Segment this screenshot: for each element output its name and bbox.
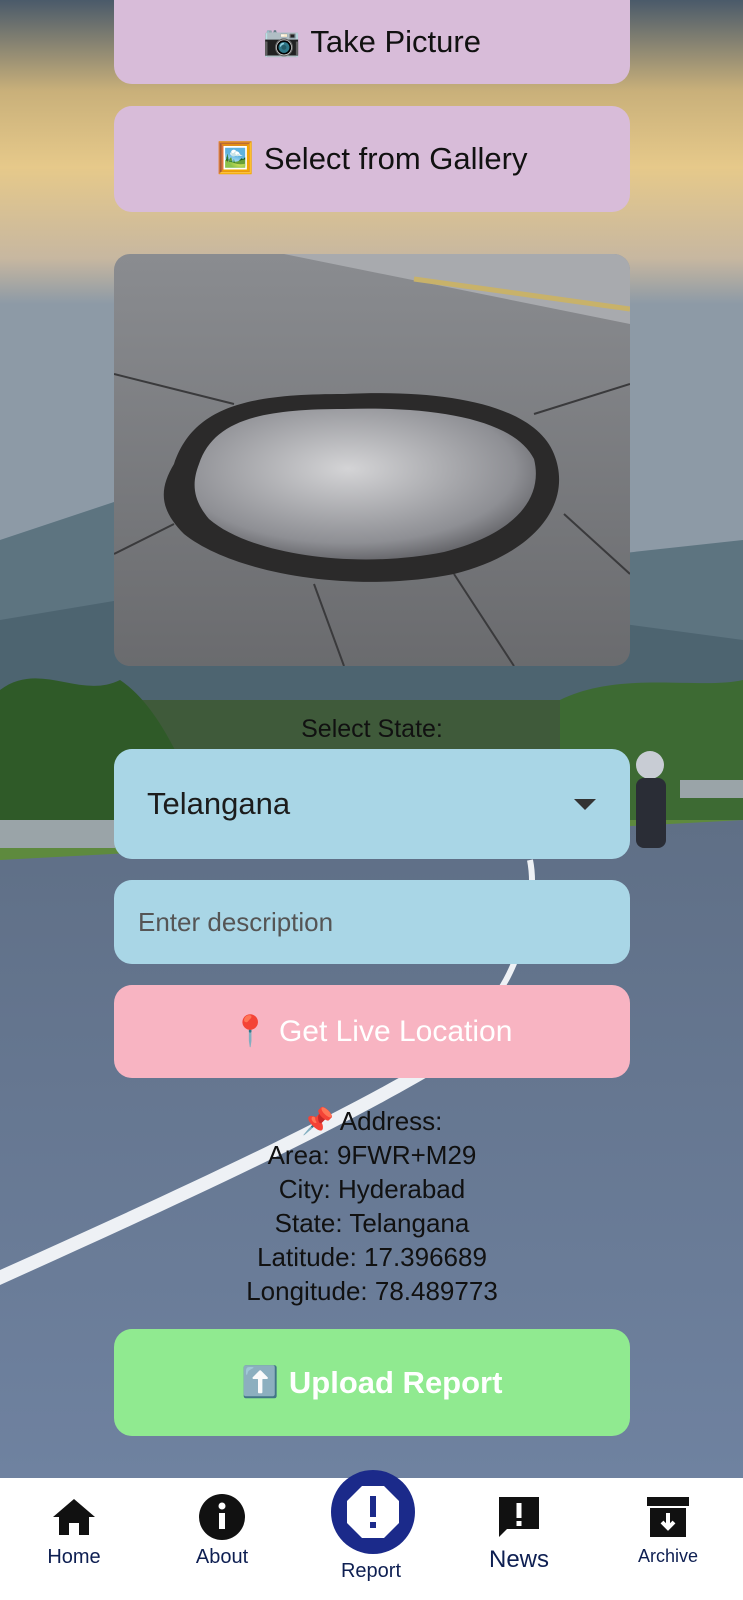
- report-alert-icon: [347, 1486, 399, 1538]
- address-state: State: Telangana: [274, 1208, 470, 1238]
- take-picture-label: Take Picture: [310, 24, 481, 59]
- state-dropdown-value: Telangana: [147, 786, 291, 821]
- info-icon: [198, 1492, 246, 1542]
- address-block: 📌 Address: Area: 9FWR+M29 City: Hyderaba…: [114, 1104, 630, 1308]
- round-pushpin-icon: 📍: [231, 1014, 269, 1048]
- state-dropdown[interactable]: Telangana: [114, 749, 630, 859]
- get-live-location-button[interactable]: 📍 Get Live Location: [114, 985, 630, 1078]
- nav-label-home: Home: [47, 1546, 101, 1568]
- camera-icon: 📷: [263, 25, 301, 58]
- select-from-gallery-label: Select from Gallery: [263, 141, 528, 176]
- description-input[interactable]: [114, 880, 630, 964]
- nav-label-news: News: [488, 1546, 549, 1573]
- nav-item-news[interactable]: News: [445, 1478, 593, 1600]
- nav-label-about: About: [195, 1546, 249, 1568]
- nav-item-about[interactable]: About: [148, 1478, 296, 1600]
- pothole-photo: [114, 254, 630, 666]
- nav-item-archive[interactable]: Archive: [594, 1478, 742, 1600]
- address-latitude: Latitude: 17.396689: [257, 1242, 487, 1272]
- framed-picture-icon: 🖼️: [216, 142, 254, 175]
- nav-item-home[interactable]: Home: [0, 1478, 148, 1600]
- select-state-label: Select State:: [301, 715, 443, 743]
- address-longitude: Longitude: 78.489773: [246, 1276, 498, 1306]
- archive-icon: [646, 1492, 690, 1542]
- up-arrow-icon: ⬆️: [241, 1365, 279, 1399]
- nav-label-archive: Archive: [637, 1546, 699, 1566]
- upload-report-button[interactable]: ⬆️ Upload Report: [114, 1329, 630, 1436]
- upload-report-label: Upload Report: [288, 1364, 503, 1400]
- home-icon: [51, 1492, 97, 1542]
- get-live-location-label: Get Live Location: [278, 1014, 513, 1048]
- news-alert-icon: [497, 1492, 541, 1542]
- report-fab[interactable]: [331, 1470, 415, 1554]
- address-city: City: Hyderabad: [278, 1174, 466, 1204]
- take-picture-button[interactable]: 📷 Take Picture: [114, 0, 630, 84]
- address-area: Area: 9FWR+M29: [267, 1140, 477, 1170]
- chevron-down-icon: [574, 798, 596, 810]
- address-heading: 📌 Address:: [301, 1106, 443, 1136]
- nav-label-report: Report: [340, 1560, 402, 1582]
- select-from-gallery-button[interactable]: 🖼️ Select from Gallery: [114, 106, 630, 212]
